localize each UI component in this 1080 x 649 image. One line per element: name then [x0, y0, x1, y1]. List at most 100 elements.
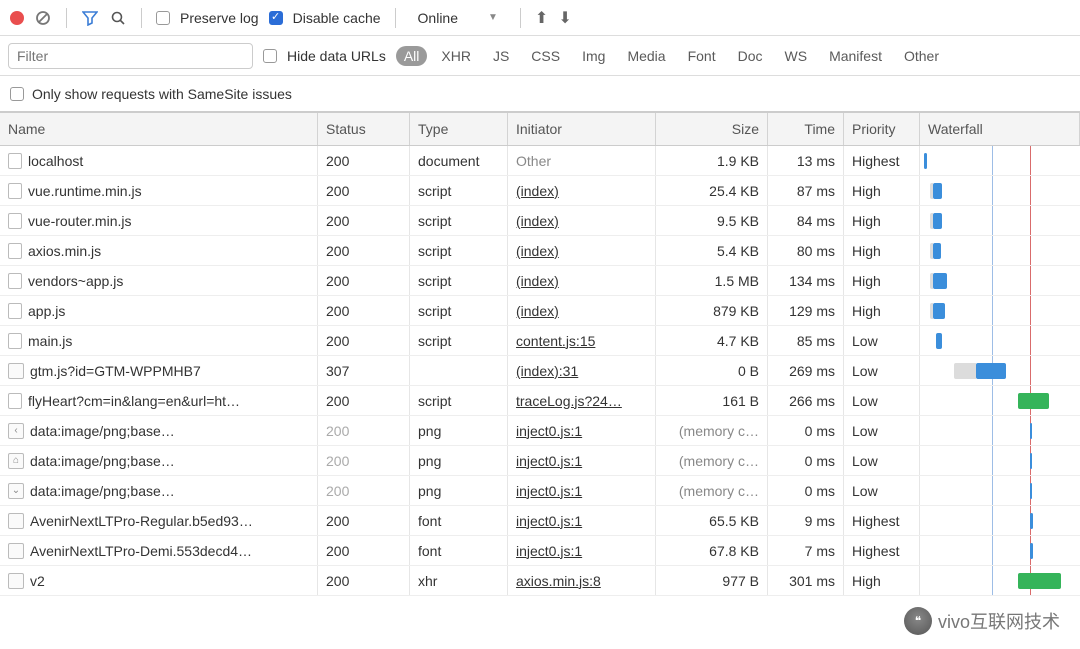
cell-waterfall: [920, 506, 1080, 535]
file-icon: [8, 543, 24, 559]
initiator-link[interactable]: inject0.js:1: [516, 423, 582, 439]
search-icon[interactable]: [109, 9, 127, 27]
cell-status: 200: [318, 566, 410, 595]
initiator-link[interactable]: (index):31: [516, 363, 578, 379]
table-row[interactable]: localhost 200 document Other 1.9 KB 13 m…: [0, 146, 1080, 176]
cell-type: font: [410, 536, 508, 565]
col-name[interactable]: Name: [0, 113, 318, 145]
cell-name: gtm.js?id=GTM-WPPMHB7: [0, 356, 318, 385]
hide-data-urls-label[interactable]: Hide data URLs: [287, 48, 386, 64]
type-chip-xhr[interactable]: XHR: [433, 46, 479, 66]
record-button[interactable]: [10, 11, 24, 25]
col-type[interactable]: Type: [410, 113, 508, 145]
file-icon: [8, 273, 22, 289]
table-row[interactable]: AvenirNextLTPro-Demi.553decd4… 200 font …: [0, 536, 1080, 566]
cell-time: 129 ms: [768, 296, 844, 325]
preserve-log-checkbox[interactable]: [156, 11, 170, 25]
type-chip-ws[interactable]: WS: [777, 46, 816, 66]
separator: [141, 8, 142, 28]
filter-input[interactable]: [8, 43, 253, 69]
table-row[interactable]: flyHeart?cm=in&lang=en&url=ht… 200 scrip…: [0, 386, 1080, 416]
samesite-bar: Only show requests with SameSite issues: [0, 76, 1080, 112]
samesite-label[interactable]: Only show requests with SameSite issues: [32, 86, 292, 102]
throttle-select[interactable]: Online ▼: [410, 8, 506, 28]
initiator-link[interactable]: inject0.js:1: [516, 453, 582, 469]
cell-type: font: [410, 506, 508, 535]
type-chip-other[interactable]: Other: [896, 46, 947, 66]
samesite-checkbox[interactable]: [10, 87, 24, 101]
initiator-link[interactable]: inject0.js:1: [516, 543, 582, 559]
cell-status: 200: [318, 146, 410, 175]
table-row[interactable]: vendors~app.js 200 script (index) 1.5 MB…: [0, 266, 1080, 296]
watermark: ❝ vivo互联网技术: [904, 607, 1060, 635]
table-row[interactable]: ⌂ data:image/png;base… 200 png inject0.j…: [0, 446, 1080, 476]
cell-status: 200: [318, 236, 410, 265]
request-name: axios.min.js: [28, 243, 101, 259]
initiator-link[interactable]: content.js:15: [516, 333, 595, 349]
type-chip-doc[interactable]: Doc: [730, 46, 771, 66]
cell-name: AvenirNextLTPro-Demi.553decd4…: [0, 536, 318, 565]
initiator-link[interactable]: (index): [516, 303, 559, 319]
cell-waterfall: [920, 476, 1080, 505]
col-initiator[interactable]: Initiator: [508, 113, 656, 145]
col-waterfall[interactable]: Waterfall: [920, 113, 1080, 145]
export-har-icon[interactable]: ⬇: [558, 8, 571, 28]
cell-type: script: [410, 176, 508, 205]
table-row[interactable]: vue-router.min.js 200 script (index) 9.5…: [0, 206, 1080, 236]
import-har-icon[interactable]: ⬆: [535, 8, 548, 28]
disable-cache-checkbox[interactable]: [269, 11, 283, 25]
col-priority[interactable]: Priority: [844, 113, 920, 145]
request-name: app.js: [28, 303, 65, 319]
cell-priority: Low: [844, 326, 920, 355]
table-row[interactable]: vue.runtime.min.js 200 script (index) 25…: [0, 176, 1080, 206]
cell-priority: Low: [844, 356, 920, 385]
initiator-link[interactable]: (index): [516, 273, 559, 289]
disable-cache-label[interactable]: Disable cache: [293, 10, 381, 26]
type-chip-img[interactable]: Img: [574, 46, 613, 66]
preserve-log-label[interactable]: Preserve log: [180, 10, 259, 26]
initiator-link[interactable]: (index): [516, 243, 559, 259]
cell-initiator: axios.min.js:8: [508, 566, 656, 595]
hide-data-urls-checkbox[interactable]: [263, 49, 277, 63]
type-chip-media[interactable]: Media: [619, 46, 673, 66]
col-status[interactable]: Status: [318, 113, 410, 145]
cell-initiator: content.js:15: [508, 326, 656, 355]
type-chip-css[interactable]: CSS: [523, 46, 568, 66]
table-row[interactable]: AvenirNextLTPro-Regular.b5ed93… 200 font…: [0, 506, 1080, 536]
cell-time: 9 ms: [768, 506, 844, 535]
type-chip-js[interactable]: JS: [485, 46, 517, 66]
cell-name: vue.runtime.min.js: [0, 176, 318, 205]
table-row[interactable]: axios.min.js 200 script (index) 5.4 KB 8…: [0, 236, 1080, 266]
cell-initiator: inject0.js:1: [508, 446, 656, 475]
initiator-link[interactable]: traceLog.js?24…: [516, 393, 622, 409]
clear-button[interactable]: [34, 9, 52, 27]
table-row[interactable]: ⌄ data:image/png;base… 200 png inject0.j…: [0, 476, 1080, 506]
table-row[interactable]: v2 200 xhr axios.min.js:8 977 B 301 ms H…: [0, 566, 1080, 596]
cell-priority: High: [844, 266, 920, 295]
type-chip-manifest[interactable]: Manifest: [821, 46, 890, 66]
col-time[interactable]: Time: [768, 113, 844, 145]
table-row[interactable]: gtm.js?id=GTM-WPPMHB7 307 (index):31 0 B…: [0, 356, 1080, 386]
initiator-link[interactable]: (index): [516, 183, 559, 199]
initiator-link[interactable]: inject0.js:1: [516, 483, 582, 499]
initiator-link[interactable]: axios.min.js:8: [516, 573, 601, 589]
cell-name: main.js: [0, 326, 318, 355]
cell-type: document: [410, 146, 508, 175]
col-size[interactable]: Size: [656, 113, 768, 145]
file-icon: [8, 303, 22, 319]
table-row[interactable]: main.js 200 script content.js:15 4.7 KB …: [0, 326, 1080, 356]
filter-icon[interactable]: [81, 9, 99, 27]
cell-size: 879 KB: [656, 296, 768, 325]
type-chip-all[interactable]: All: [396, 46, 428, 66]
file-icon: [8, 333, 22, 349]
table-row[interactable]: ‹ data:image/png;base… 200 png inject0.j…: [0, 416, 1080, 446]
requests-table: Name Status Type Initiator Size Time Pri…: [0, 112, 1080, 596]
cell-name: app.js: [0, 296, 318, 325]
cell-type: png: [410, 476, 508, 505]
initiator-link[interactable]: (index): [516, 213, 559, 229]
initiator-link[interactable]: inject0.js:1: [516, 513, 582, 529]
type-chip-font[interactable]: Font: [680, 46, 724, 66]
cell-size: 161 B: [656, 386, 768, 415]
table-row[interactable]: app.js 200 script (index) 879 KB 129 ms …: [0, 296, 1080, 326]
cell-status: 200: [318, 506, 410, 535]
